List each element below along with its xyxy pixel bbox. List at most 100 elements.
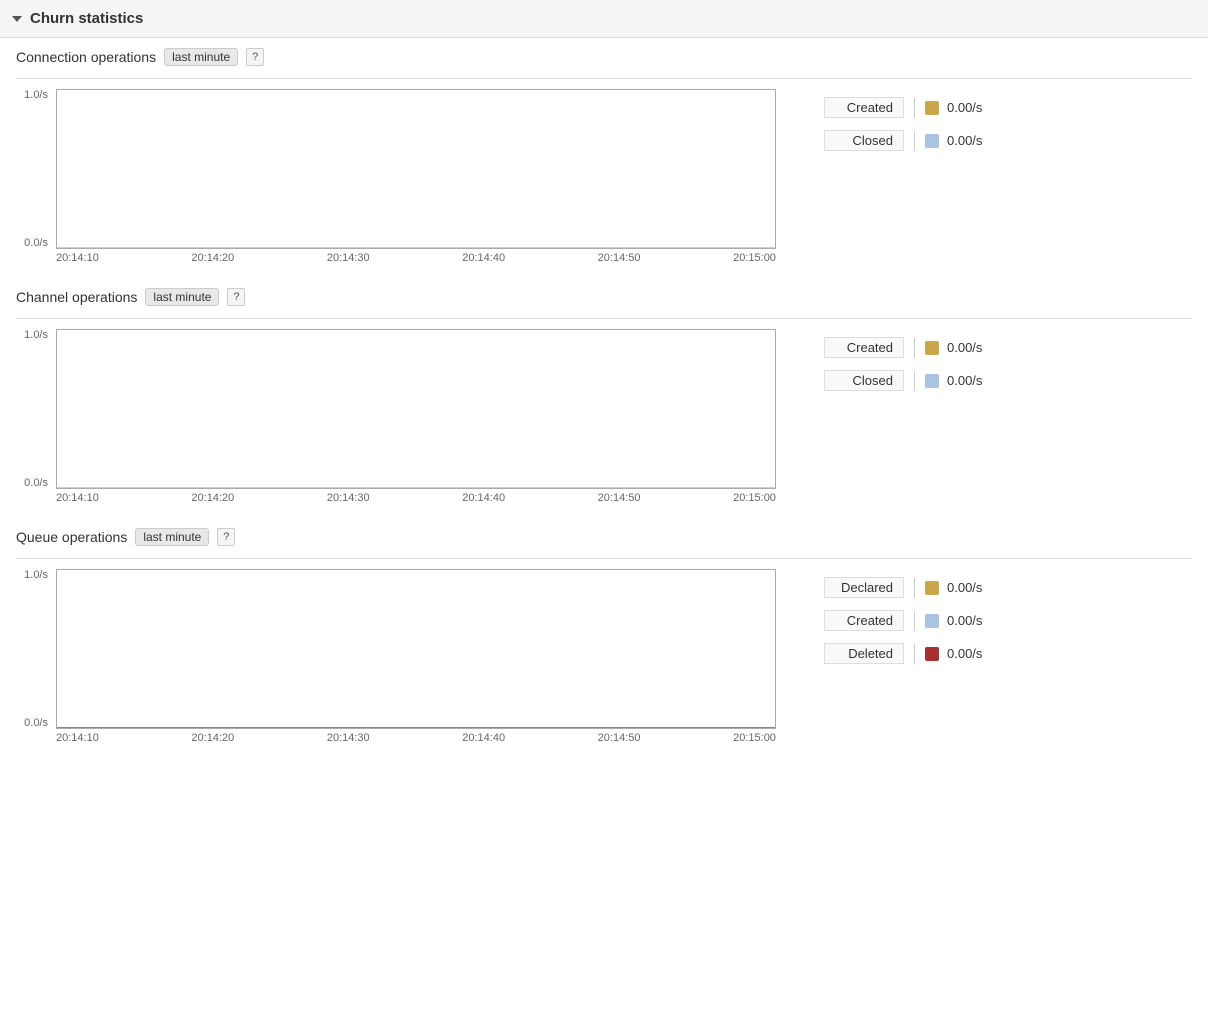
chart-svg-connection xyxy=(57,90,776,249)
section-header-queue: Queue operations last minute? xyxy=(16,528,1192,550)
legend-item-channel-1: Closed 0.00/s xyxy=(824,370,997,391)
legend-divider-channel-0 xyxy=(914,338,915,358)
legend-label-queue-0[interactable]: Declared xyxy=(824,577,904,598)
section-title-channel: Channel operations xyxy=(16,289,137,305)
legend-value-channel-1: 0.00/s xyxy=(947,373,997,388)
color-swatch-queue-1 xyxy=(925,614,939,628)
legend-value-queue-0: 0.00/s xyxy=(947,580,997,595)
y-top-label-queue: 1.0/s xyxy=(16,569,48,581)
color-swatch-connection-0 xyxy=(925,101,939,115)
color-swatch-queue-0 xyxy=(925,581,939,595)
section-title-queue: Queue operations xyxy=(16,529,127,545)
chart-container-connection: 20:14:10 20:14:20 20:14:30 20:14:40 20:14:50… xyxy=(56,89,776,264)
divider-connection xyxy=(16,78,1192,79)
legend-label-channel-1[interactable]: Closed xyxy=(824,370,904,391)
legend-divider-queue-0 xyxy=(914,578,915,598)
divider-queue xyxy=(16,558,1192,559)
section-header-connection: Connection operations last minute? xyxy=(16,48,1192,70)
legend-label-connection-1[interactable]: Closed xyxy=(824,130,904,151)
legend-item-connection-1: Closed 0.00/s xyxy=(824,130,997,151)
content-area: Connection operations last minute? 1.0/s 0.… xyxy=(0,38,1208,784)
badge-channel[interactable]: last minute xyxy=(145,288,219,306)
y-axis-queue: 1.0/s 0.0/s xyxy=(16,569,52,729)
legend-label-connection-0[interactable]: Created xyxy=(824,97,904,118)
legend-label-queue-2[interactable]: Deleted xyxy=(824,643,904,664)
x-label: 20:15:00 xyxy=(733,732,776,744)
section-header-channel: Channel operations last minute? xyxy=(16,288,1192,310)
x-label: 20:14:20 xyxy=(191,492,234,504)
chart-wrapper-connection: 1.0/s0.0/s20:14:1020:14:2020:14:3020:14:… xyxy=(16,89,776,264)
legend-value-channel-0: 0.00/s xyxy=(947,340,997,355)
legend-divider-connection-1 xyxy=(914,131,915,151)
x-label: 20:14:30 xyxy=(327,492,370,504)
section-channel: Channel operations last minute? 1.0/s 0.0/s… xyxy=(16,288,1192,504)
chart-wrapper-channel: 1.0/s0.0/s20:14:1020:14:2020:14:3020:14:… xyxy=(16,329,776,504)
x-label: 20:14:20 xyxy=(191,252,234,264)
chart-area-connection: 1.0/s0.0/s20:14:1020:14:2020:14:3020:14:… xyxy=(16,89,1192,264)
y-axis-connection: 1.0/s 0.0/s xyxy=(16,89,52,249)
legend-value-queue-1: 0.00/s xyxy=(947,613,997,628)
chart-container-queue: 20:14:10 20:14:20 20:14:30 20:14:40 20:14:50… xyxy=(56,569,776,744)
badge-queue[interactable]: last minute xyxy=(135,528,209,546)
section-queue: Queue operations last minute? 1.0/s 0.0/s 20… xyxy=(16,528,1192,744)
legend-item-queue-1: Created 0.00/s xyxy=(824,610,997,631)
x-label: 20:14:30 xyxy=(327,732,370,744)
legend-divider-channel-1 xyxy=(914,371,915,391)
legend-divider-queue-2 xyxy=(914,644,915,664)
legend-connection: Created 0.00/s Closed 0.00/s xyxy=(824,89,997,151)
badge-connection[interactable]: last minute xyxy=(164,48,238,66)
legend-label-channel-0[interactable]: Created xyxy=(824,337,904,358)
section-title-connection: Connection operations xyxy=(16,49,156,65)
legend-value-connection-1: 0.00/s xyxy=(947,133,997,148)
chart-area-channel: 1.0/s0.0/s20:14:1020:14:2020:14:3020:14:… xyxy=(16,329,1192,504)
x-axis-channel: 20:14:10 20:14:20 20:14:30 20:14:40 20:14:50… xyxy=(56,489,776,504)
chart-container-channel: 20:14:10 20:14:20 20:14:30 20:14:40 20:14:50… xyxy=(56,329,776,504)
chart-box-channel xyxy=(56,329,776,489)
chart-svg-channel xyxy=(57,330,776,489)
legend-item-queue-0: Declared 0.00/s xyxy=(824,577,997,598)
x-label: 20:14:40 xyxy=(462,252,505,264)
legend-divider-connection-0 xyxy=(914,98,915,118)
x-label: 20:14:40 xyxy=(462,492,505,504)
x-label: 20:14:20 xyxy=(191,732,234,744)
color-swatch-channel-1 xyxy=(925,374,939,388)
x-label: 20:14:30 xyxy=(327,252,370,264)
color-swatch-queue-2 xyxy=(925,647,939,661)
help-button-connection[interactable]: ? xyxy=(246,48,264,66)
chart-svg-queue xyxy=(57,570,776,729)
x-label: 20:14:50 xyxy=(598,492,641,504)
x-label: 20:14:50 xyxy=(598,732,641,744)
x-label: 20:15:00 xyxy=(733,492,776,504)
x-label: 20:15:00 xyxy=(733,252,776,264)
x-axis-queue: 20:14:10 20:14:20 20:14:30 20:14:40 20:14:50… xyxy=(56,729,776,744)
legend-divider-queue-1 xyxy=(914,611,915,631)
legend-item-queue-2: Deleted0.00/s xyxy=(824,643,997,664)
x-label: 20:14:10 xyxy=(56,252,99,264)
x-label: 20:14:10 xyxy=(56,492,99,504)
y-bottom-label-connection: 0.0/s xyxy=(16,237,48,249)
legend-value-connection-0: 0.00/s xyxy=(947,100,997,115)
section-connection: Connection operations last minute? 1.0/s 0.… xyxy=(16,48,1192,264)
y-top-label-connection: 1.0/s xyxy=(16,89,48,101)
x-label: 20:14:10 xyxy=(56,732,99,744)
y-bottom-label-queue: 0.0/s xyxy=(16,717,48,729)
page-title: Churn statistics xyxy=(30,10,143,27)
legend-item-channel-0: Created 0.00/s xyxy=(824,337,997,358)
divider-channel xyxy=(16,318,1192,319)
y-top-label-channel: 1.0/s xyxy=(16,329,48,341)
help-button-channel[interactable]: ? xyxy=(227,288,245,306)
chart-area-queue: 1.0/s0.0/s20:14:1020:14:2020:14:3020:14:… xyxy=(16,569,1192,744)
chart-wrapper-queue: 1.0/s0.0/s20:14:1020:14:2020:14:3020:14:… xyxy=(16,569,776,744)
x-label: 20:14:50 xyxy=(598,252,641,264)
chart-box-queue xyxy=(56,569,776,729)
legend-queue: Declared 0.00/s Created 0.00/s Deleted0.00/s xyxy=(824,569,997,664)
churn-statistics-header: Churn statistics xyxy=(0,0,1208,38)
y-axis-channel: 1.0/s 0.0/s xyxy=(16,329,52,489)
legend-label-queue-1[interactable]: Created xyxy=(824,610,904,631)
y-bottom-label-channel: 0.0/s xyxy=(16,477,48,489)
help-button-queue[interactable]: ? xyxy=(217,528,235,546)
chevron-down-icon[interactable] xyxy=(12,16,22,22)
chart-box-connection xyxy=(56,89,776,249)
color-swatch-channel-0 xyxy=(925,341,939,355)
x-label: 20:14:40 xyxy=(462,732,505,744)
